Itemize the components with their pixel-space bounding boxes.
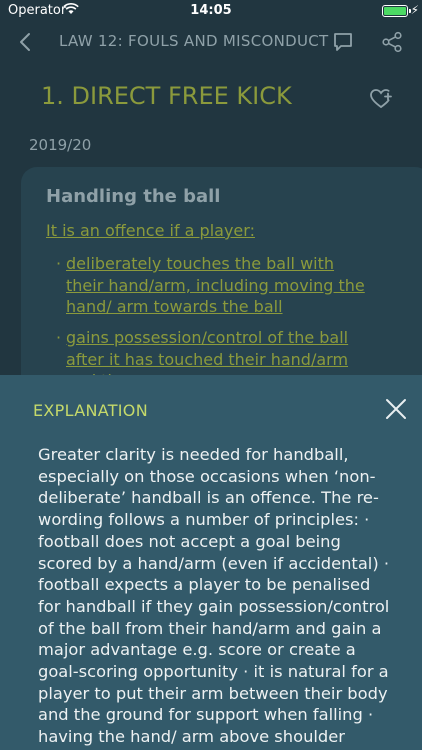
back-chevron-icon[interactable] [14,30,38,54]
bullet-dot: · [56,254,62,273]
explanation-title: EXPLANATION [33,401,148,420]
status-bar: Operator 14:05 ⚡ [0,0,422,22]
law-section-heading: 1. DIRECT FREE KICK [41,82,292,110]
explanation-sheet: EXPLANATION Greater clarity is needed fo… [0,375,422,750]
season-label: 2019/20 [29,136,92,154]
clock: 14:05 [190,3,232,18]
favorite-heart-plus-icon[interactable] [369,87,393,111]
share-icon[interactable] [381,31,403,53]
bullet-dot: · [56,328,62,347]
close-icon[interactable] [384,397,408,421]
list-item[interactable]: · deliberately touches the ball with the… [56,253,366,318]
card-intro-link[interactable]: It is an offence if a player: [46,221,255,240]
charging-icon: ⚡ [410,3,419,17]
card-title: Handling the ball [46,186,221,207]
nav-bar: LAW 12: FOULS AND MISCONDUCT [0,22,422,62]
comment-icon[interactable] [332,31,354,53]
explanation-body: Greater clarity is needed for handball, … [38,445,390,750]
battery-icon [382,5,408,17]
nav-title: LAW 12: FOULS AND MISCONDUCT [59,32,329,50]
list-item-text: deliberately touches the ball with their… [66,254,365,316]
